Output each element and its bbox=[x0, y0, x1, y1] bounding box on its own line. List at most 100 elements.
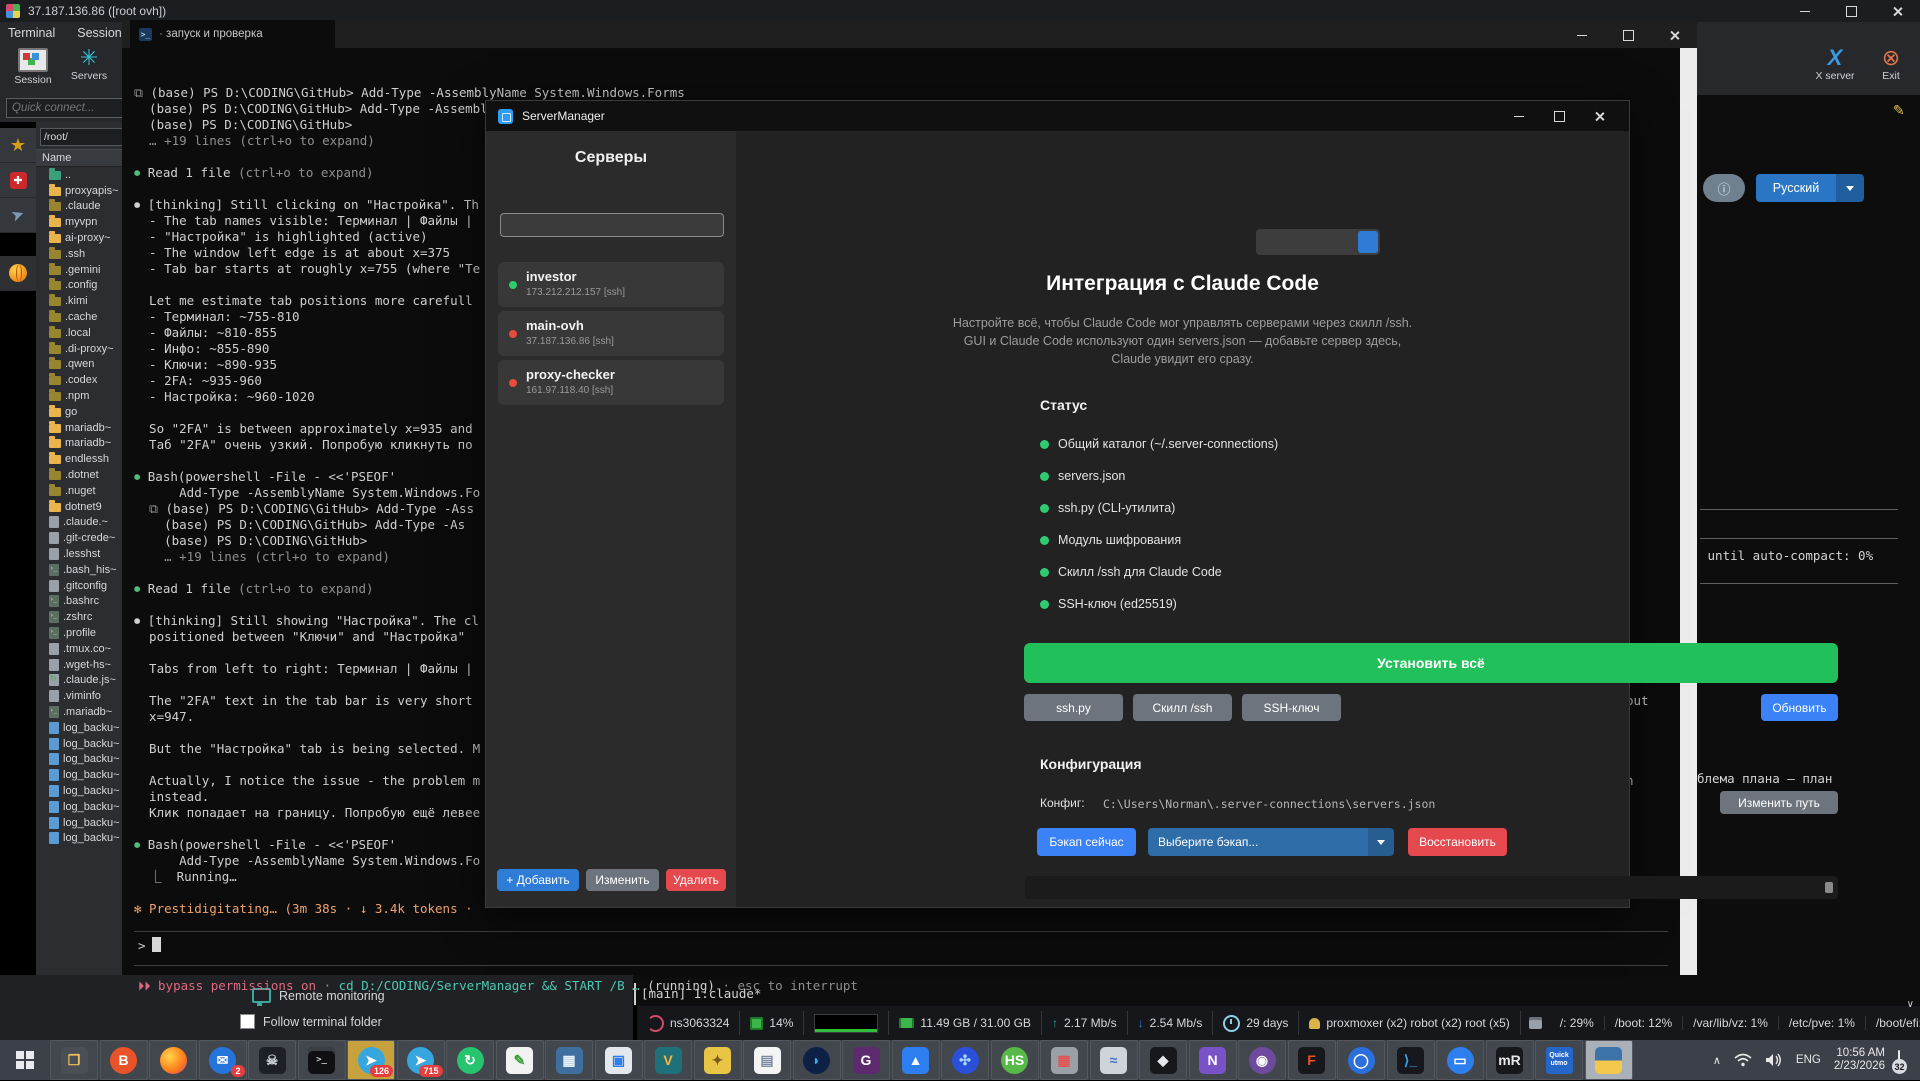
install-sshkey-button[interactable]: SSH-ключ bbox=[1242, 694, 1341, 721]
file-tree-row[interactable]: .gemini bbox=[36, 262, 124, 278]
taskbar-app-button[interactable]: ▦ bbox=[545, 1040, 593, 1080]
file-tree-row[interactable]: log_backu~ bbox=[36, 799, 124, 815]
menu-terminal[interactable]: Terminal bbox=[8, 26, 55, 40]
taskbar-app-button[interactable]: ✦ bbox=[694, 1040, 742, 1080]
toolbar-servers-button[interactable]: ✳ Servers bbox=[62, 46, 116, 82]
edit-server-button[interactable]: Изменить bbox=[586, 869, 659, 891]
log-output-strip[interactable] bbox=[1025, 876, 1838, 899]
file-tree-row[interactable]: ai-proxy~ bbox=[36, 230, 124, 246]
mobax-close-button[interactable] bbox=[1874, 0, 1920, 22]
file-tree-row[interactable]: .. bbox=[36, 167, 124, 183]
taskbar-app-button[interactable]: ◗ bbox=[793, 1040, 841, 1080]
file-tree-row[interactable]: log_backu~ bbox=[36, 815, 124, 831]
tree-column-header[interactable]: Name bbox=[36, 149, 124, 167]
sidebar-tab-favorites[interactable]: ★ bbox=[0, 128, 36, 163]
toolbar-exit-button[interactable]: ⊗ Exit bbox=[1868, 46, 1914, 82]
taskbar-app-button[interactable]: HS bbox=[991, 1040, 1039, 1080]
terminal-tab[interactable]: >_ · запуск и проверка bbox=[130, 20, 335, 48]
scroll-chevron-icon[interactable]: ∨ bbox=[1907, 999, 1914, 1010]
install-skill-button[interactable]: Скилл /ssh bbox=[1133, 694, 1232, 721]
follow-terminal-folder-checkbox[interactable]: Follow terminal folder bbox=[240, 1014, 382, 1029]
taskbar-app-button[interactable]: ➤ 126 bbox=[347, 1040, 395, 1080]
file-tree-row[interactable]: log_backu~ bbox=[36, 720, 124, 736]
taskbar-app-button[interactable]: ◉ bbox=[1238, 1040, 1286, 1080]
file-tree-row[interactable]: .qwen bbox=[36, 357, 124, 373]
taskbar-app-button[interactable]: ▤ bbox=[743, 1040, 791, 1080]
toolbar-session-button[interactable]: Session bbox=[6, 46, 60, 86]
terminal-minimize-button[interactable] bbox=[1559, 22, 1605, 48]
backup-select[interactable]: Выберите бэкап... bbox=[1148, 828, 1394, 856]
file-tree-row[interactable]: .gitconfig bbox=[36, 578, 124, 594]
sm-minimize-button[interactable] bbox=[1499, 104, 1539, 128]
change-path-button[interactable]: Изменить путь bbox=[1720, 791, 1838, 814]
taskbar-app-button[interactable]: >_ bbox=[298, 1040, 346, 1080]
language-indicator[interactable]: ENG bbox=[1796, 1054, 1821, 1066]
mobax-minimize-button[interactable] bbox=[1782, 0, 1828, 22]
taskbar-app-button[interactable]: V bbox=[644, 1040, 692, 1080]
notification-center-button[interactable]: 32 bbox=[1898, 1051, 1900, 1069]
file-tree-row[interactable]: .claude bbox=[36, 199, 124, 215]
volume-icon[interactable] bbox=[1765, 1053, 1783, 1067]
file-tree-row[interactable]: .di-proxy~ bbox=[36, 341, 124, 357]
taskbar-app-button[interactable]: F bbox=[1288, 1040, 1336, 1080]
file-tree-row[interactable]: mariadb~ bbox=[36, 436, 124, 452]
sm-close-button[interactable] bbox=[1579, 104, 1619, 128]
pencil-icon[interactable]: ✎ bbox=[1893, 102, 1905, 119]
file-tree-row[interactable]: mariadb~ bbox=[36, 420, 124, 436]
tray-clock[interactable]: 10:56 AM2/23/2026 bbox=[1834, 1047, 1885, 1073]
file-tree-row[interactable]: .zshrc bbox=[36, 609, 124, 625]
server-search-input[interactable] bbox=[500, 213, 724, 237]
taskbar-app-button[interactable]: ➤ 715 bbox=[397, 1040, 445, 1080]
tray-chevron-icon[interactable]: ∧ bbox=[1713, 1054, 1721, 1067]
server-card[interactable]: main-ovh 37.187.136.86 [ssh] bbox=[498, 311, 724, 356]
install-all-button[interactable]: Установить всё bbox=[1024, 643, 1838, 683]
taskbar-app-button[interactable]: ⟩_ bbox=[1387, 1040, 1435, 1080]
file-tree-row[interactable]: log_backu~ bbox=[36, 736, 124, 752]
file-tree-row[interactable]: myvpn bbox=[36, 214, 124, 230]
file-tree-row[interactable]: .claude.~ bbox=[36, 515, 124, 531]
file-tree-row[interactable]: .dotnet bbox=[36, 467, 124, 483]
file-tree-row[interactable]: .git-crede~ bbox=[36, 530, 124, 546]
taskbar-app-button[interactable]: ✉ 2 bbox=[199, 1040, 247, 1080]
file-tree-row[interactable]: go bbox=[36, 404, 124, 420]
file-tree-row[interactable]: log_backu~ bbox=[36, 783, 124, 799]
taskbar-app-button[interactable]: ✎ bbox=[496, 1040, 544, 1080]
taskbar-app-button[interactable] bbox=[1585, 1040, 1633, 1080]
taskbar-app-button[interactable]: ≈ bbox=[1090, 1040, 1138, 1080]
add-server-button[interactable]: + Добавить bbox=[497, 869, 579, 891]
mobax-maximize-button[interactable] bbox=[1828, 0, 1874, 22]
file-tree-row[interactable]: .viminfo bbox=[36, 688, 124, 704]
file-tree-row[interactable]: .wget-hs~ bbox=[36, 657, 124, 673]
delete-server-button[interactable]: Удалить bbox=[666, 869, 726, 891]
taskbar-app-button[interactable]: G bbox=[842, 1040, 890, 1080]
server-card[interactable]: proxy-checker 161.97.118.40 [ssh] bbox=[498, 360, 724, 405]
file-tree-row[interactable]: dotnet9 bbox=[36, 499, 124, 515]
file-tree-row[interactable]: .profile bbox=[36, 625, 124, 641]
start-button[interactable] bbox=[0, 1040, 50, 1080]
taskbar-app-button[interactable]: ❐ bbox=[50, 1040, 98, 1080]
path-input[interactable] bbox=[40, 128, 124, 146]
wifi-icon[interactable] bbox=[1734, 1053, 1752, 1067]
taskbar-app-button[interactable]: ◆ bbox=[1139, 1040, 1187, 1080]
taskbar-app-button[interactable]: ✣ bbox=[941, 1040, 989, 1080]
taskbar-app-button[interactable]: ☠ bbox=[248, 1040, 296, 1080]
sidebar-tab-tools[interactable]: ✚ bbox=[0, 163, 36, 198]
terminal-maximize-button[interactable] bbox=[1605, 22, 1651, 48]
taskbar-app-button[interactable] bbox=[149, 1040, 197, 1080]
taskbar-app-button[interactable]: ▭ bbox=[1436, 1040, 1484, 1080]
file-tree-row[interactable]: .npm bbox=[36, 388, 124, 404]
file-tree-row[interactable]: .config bbox=[36, 278, 124, 294]
taskbar-app-button[interactable]: B bbox=[100, 1040, 148, 1080]
file-tree-row[interactable]: .local bbox=[36, 325, 124, 341]
sm-maximize-button[interactable] bbox=[1539, 104, 1579, 128]
file-tree-row[interactable]: .bashrc bbox=[36, 594, 124, 610]
refresh-button[interactable]: Обновить bbox=[1761, 694, 1838, 721]
sidebar-tab-sftp[interactable]: ➤ bbox=[0, 198, 36, 233]
install-sshpy-button[interactable]: ssh.py bbox=[1024, 694, 1123, 721]
file-tree-row[interactable]: .ssh bbox=[36, 246, 124, 262]
taskbar-app-button[interactable]: N bbox=[1189, 1040, 1237, 1080]
taskbar-app-button[interactable]: ◯ bbox=[1337, 1040, 1385, 1080]
log-scrollbar-thumb[interactable] bbox=[1825, 882, 1833, 893]
menu-sessions[interactable]: Sessions bbox=[77, 26, 128, 40]
file-tree-row[interactable]: .bash_his~ bbox=[36, 562, 124, 578]
